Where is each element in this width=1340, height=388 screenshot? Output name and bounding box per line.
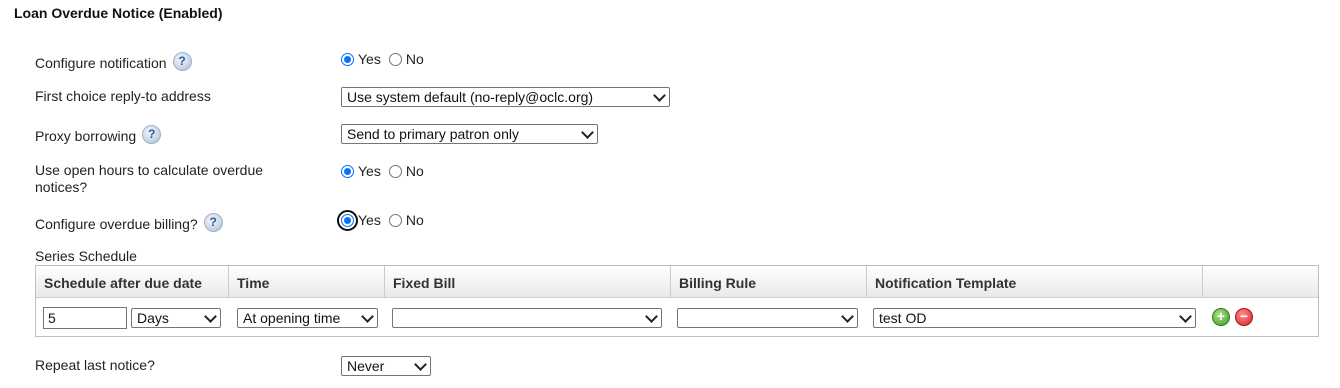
configure-notification-no-radio[interactable]	[388, 52, 402, 66]
remove-row-icon[interactable]: −	[1235, 308, 1253, 326]
notification-template-value: test OD	[879, 310, 927, 326]
add-row-icon[interactable]: +	[1212, 308, 1230, 326]
column-header: Time	[229, 266, 385, 298]
proxy-borrowing-select[interactable]: Send to primary patron only	[341, 124, 598, 144]
column-header: Fixed Bill	[385, 266, 671, 298]
open-hours-yes-radio[interactable]	[341, 164, 354, 178]
open-hours-no-radio[interactable]	[388, 164, 402, 178]
table-row: 5 Days At opening time test OD + −	[36, 298, 1318, 336]
configure-notification-text: Configure notification	[35, 55, 167, 72]
yes-label: Yes	[358, 212, 381, 228]
help-icon[interactable]: ?	[203, 213, 223, 232]
reply-to-select[interactable]: Use system default (no-reply@oclc.org)	[341, 87, 670, 107]
open-hours-line2: notices?	[35, 179, 88, 195]
series-schedule-table: Schedule after due date Time Fixed Bill …	[35, 265, 1319, 337]
schedule-unit-select[interactable]: Days	[131, 308, 221, 328]
column-header-actions	[1203, 266, 1319, 298]
notification-template-select[interactable]: test OD	[873, 308, 1196, 328]
no-label: No	[405, 51, 424, 67]
open-hours-label: Use open hours to calculate overdue noti…	[35, 162, 263, 196]
overdue-billing-label: Configure overdue billing??	[35, 213, 223, 235]
no-label: No	[405, 163, 424, 179]
no-label: No	[405, 212, 424, 228]
overdue-billing-no-radio[interactable]	[388, 213, 402, 227]
chevron-down-icon	[414, 358, 427, 371]
overdue-billing-text: Configure overdue billing?	[35, 216, 198, 233]
billing-rule-select[interactable]	[677, 308, 858, 328]
schedule-after-due-input[interactable]: 5	[43, 307, 127, 329]
chevron-down-icon	[581, 126, 594, 139]
yes-label: Yes	[358, 163, 381, 179]
proxy-borrowing-text: Proxy borrowing	[35, 128, 137, 145]
configure-notification-label: Configure notification?	[35, 52, 192, 74]
table-header: Schedule after due date Time Fixed Bill …	[36, 266, 1318, 298]
chevron-down-icon	[1179, 310, 1192, 323]
chevron-down-icon	[361, 310, 374, 323]
chevron-down-icon	[841, 310, 854, 323]
overdue-billing-radios: Yes No	[337, 209, 432, 231]
time-select[interactable]: At opening time	[237, 308, 378, 328]
open-hours-radios: Yes No	[341, 163, 432, 179]
series-schedule-label: Series Schedule	[35, 248, 137, 264]
proxy-borrowing-value: Send to primary patron only	[347, 126, 519, 142]
configure-notification-yes-radio[interactable]	[341, 52, 354, 66]
proxy-borrowing-label: Proxy borrowing?	[35, 125, 162, 147]
reply-to-label: First choice reply-to address	[35, 88, 211, 104]
column-header: Notification Template	[867, 266, 1203, 298]
repeat-last-notice-label: Repeat last notice?	[35, 357, 155, 373]
chevron-down-icon	[653, 89, 666, 102]
repeat-last-notice-value: Never	[347, 358, 385, 374]
open-hours-line1: Use open hours to calculate overdue	[35, 162, 264, 178]
help-icon[interactable]: ?	[142, 125, 162, 144]
configure-notification-radios: Yes No	[341, 51, 432, 67]
overdue-billing-yes-radio[interactable]	[337, 209, 358, 231]
column-header: Billing Rule	[671, 266, 867, 298]
section-title: Loan Overdue Notice (Enabled)	[14, 5, 223, 21]
chevron-down-icon	[204, 310, 217, 323]
time-value: At opening time	[243, 310, 341, 326]
fixed-bill-select[interactable]	[392, 308, 662, 328]
column-header: Schedule after due date	[36, 266, 229, 298]
repeat-last-notice-select[interactable]: Never	[341, 356, 431, 376]
yes-label: Yes	[358, 51, 381, 67]
chevron-down-icon	[645, 310, 658, 323]
reply-to-value: Use system default (no-reply@oclc.org)	[347, 89, 594, 105]
help-icon[interactable]: ?	[172, 52, 192, 71]
schedule-unit-value: Days	[137, 310, 169, 326]
